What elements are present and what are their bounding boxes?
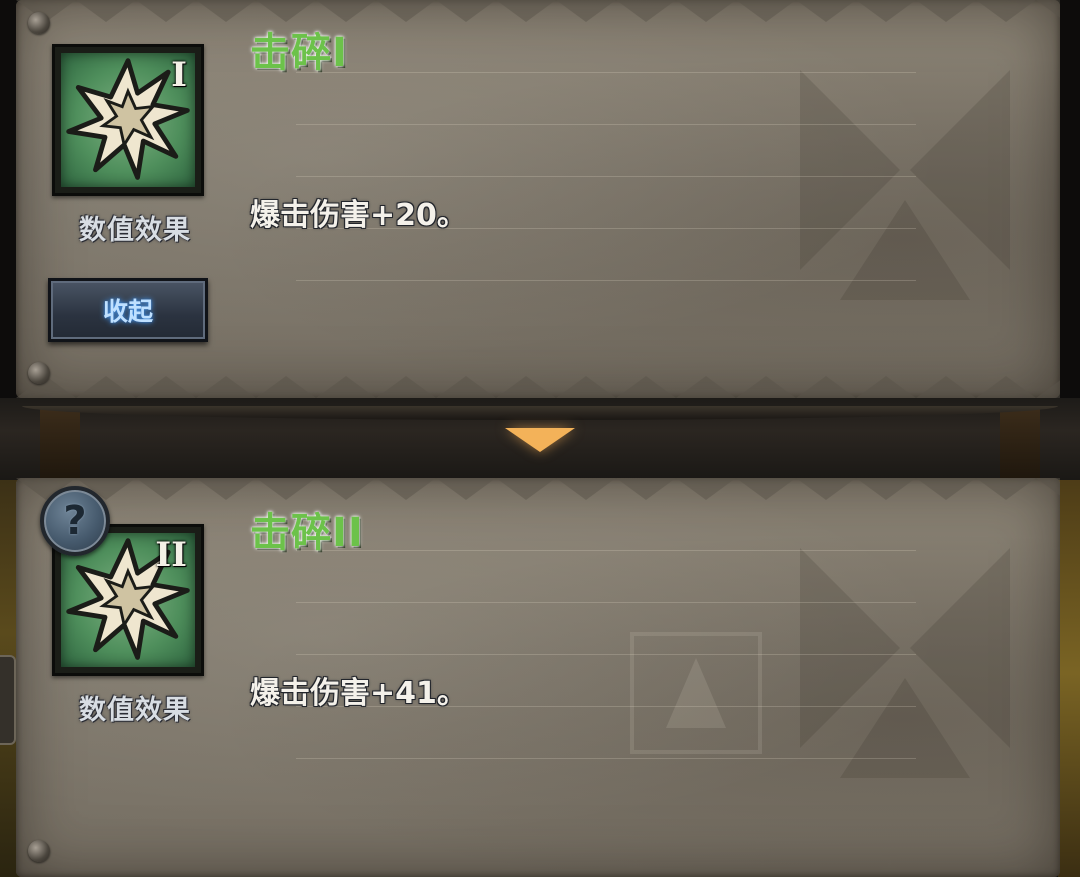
rivet (28, 12, 50, 34)
divider-post-left (40, 408, 80, 478)
divider-post-right (1000, 408, 1040, 478)
skill-name: 击碎II (250, 510, 364, 556)
skill-description: 爆击伤害+20。 (250, 198, 467, 233)
rivet (28, 840, 50, 862)
skill-description: 爆击伤害+41。 (250, 676, 467, 711)
backdrop-right-top (1058, 0, 1080, 410)
skill-name: 击碎I (250, 30, 348, 76)
question-icon: ? (63, 498, 87, 544)
diamond-border-bottom (16, 372, 1060, 398)
skill-category-label: 数值效果 (79, 215, 191, 246)
skill-tooltip-screen: I 数值效果 击碎I 爆击伤害+20。 收起 ? II 数值效果 击碎II 爆击… (0, 0, 1080, 877)
arrow-down-icon[interactable] (505, 428, 575, 452)
divider-rail (22, 406, 1058, 420)
diamond-border-top (16, 478, 1060, 504)
backdrop-right-bottom (1058, 470, 1080, 877)
side-notch (0, 655, 16, 745)
skill-icon-1: I (52, 44, 204, 196)
rivet (28, 362, 50, 384)
diamond-border-top (16, 0, 1060, 26)
skill-category-label: 数值效果 (79, 695, 191, 726)
panel-divider (0, 398, 1080, 480)
skill-tier-label: II (155, 535, 187, 575)
collapse-button[interactable]: 收起 (48, 278, 208, 342)
help-button[interactable]: ? (40, 486, 110, 556)
collapse-button-label: 收起 (102, 297, 153, 326)
skill-tier-label: I (171, 55, 187, 95)
